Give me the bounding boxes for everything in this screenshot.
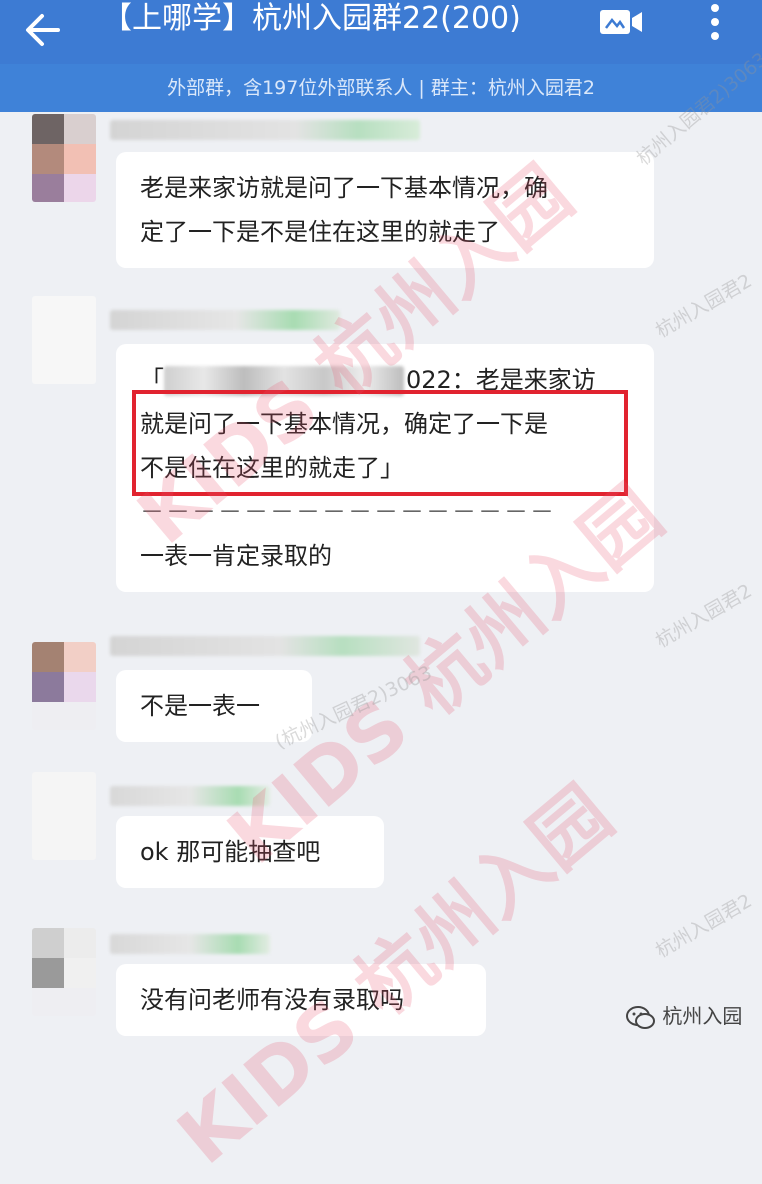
more-vertical-icon	[711, 4, 719, 40]
video-call-button[interactable]	[596, 2, 646, 42]
avatar[interactable]	[32, 772, 96, 860]
sender-name	[110, 120, 420, 140]
group-info-bar[interactable]: 外部群，含197位外部联系人 | 群主：杭州入园君2	[0, 64, 762, 112]
quote-text: 022：老是来家访	[406, 366, 596, 394]
message-list[interactable]: 老是来家访就是问了一下基本情况，确 定了一下是不是住在这里的就走了 「 022：老…	[0, 112, 762, 1048]
avatar[interactable]	[32, 642, 96, 730]
quoted-sender-name	[164, 366, 404, 396]
chat-header: 【上哪学】杭州入园群22(200)	[0, 0, 762, 64]
message-text: 不是一表一	[140, 692, 260, 720]
sender-name	[110, 786, 270, 806]
video-call-icon	[600, 10, 642, 34]
avatar[interactable]	[32, 114, 96, 202]
message-text: 没有问老师有没有录取吗	[140, 986, 404, 1014]
more-options-button[interactable]	[700, 0, 730, 44]
message-text: ok 那可能抽查吧	[140, 838, 321, 866]
quote-divider: －－－－－－－－－－－－－－－－	[140, 498, 556, 526]
message-bubble[interactable]: ok 那可能抽查吧	[116, 816, 384, 888]
message-text: 老是来家访就是问了一下基本情况，确	[140, 174, 548, 202]
back-button[interactable]	[18, 6, 68, 56]
quoted-message: 「 022：老是来家访	[140, 358, 630, 402]
message-bubble[interactable]: 老是来家访就是问了一下基本情况，确 定了一下是不是住在这里的就走了	[116, 152, 654, 268]
quoted-message-text: 不是住在这里的就走了」	[140, 454, 404, 482]
brand-label: 杭州入园	[626, 1000, 742, 1030]
message-bubble[interactable]: 「 022：老是来家访 就是问了一下基本情况，确定了一下是 不是住在这里的就走了」…	[116, 344, 654, 592]
message-bubble[interactable]: 没有问老师有没有录取吗	[116, 964, 486, 1036]
brand-name: 杭州入园	[662, 1004, 743, 1028]
sender-name	[110, 310, 340, 330]
wechat-icon	[626, 1005, 655, 1029]
quoted-message-text: 就是问了一下基本情况，确定了一下是	[140, 410, 548, 438]
message-bubble[interactable]: 不是一表一	[116, 670, 312, 742]
back-arrow-icon	[26, 14, 60, 46]
message-text: 一表一肯定录取的	[140, 542, 332, 570]
quote-open: 「	[140, 366, 164, 394]
sender-name	[110, 934, 270, 954]
chat-title: 【上哪学】杭州入园群22(200)	[102, 1, 521, 36]
avatar[interactable]	[32, 928, 96, 1016]
message-text: 定了一下是不是住在这里的就走了	[140, 218, 500, 246]
sender-name	[110, 636, 420, 656]
avatar[interactable]	[32, 296, 96, 384]
